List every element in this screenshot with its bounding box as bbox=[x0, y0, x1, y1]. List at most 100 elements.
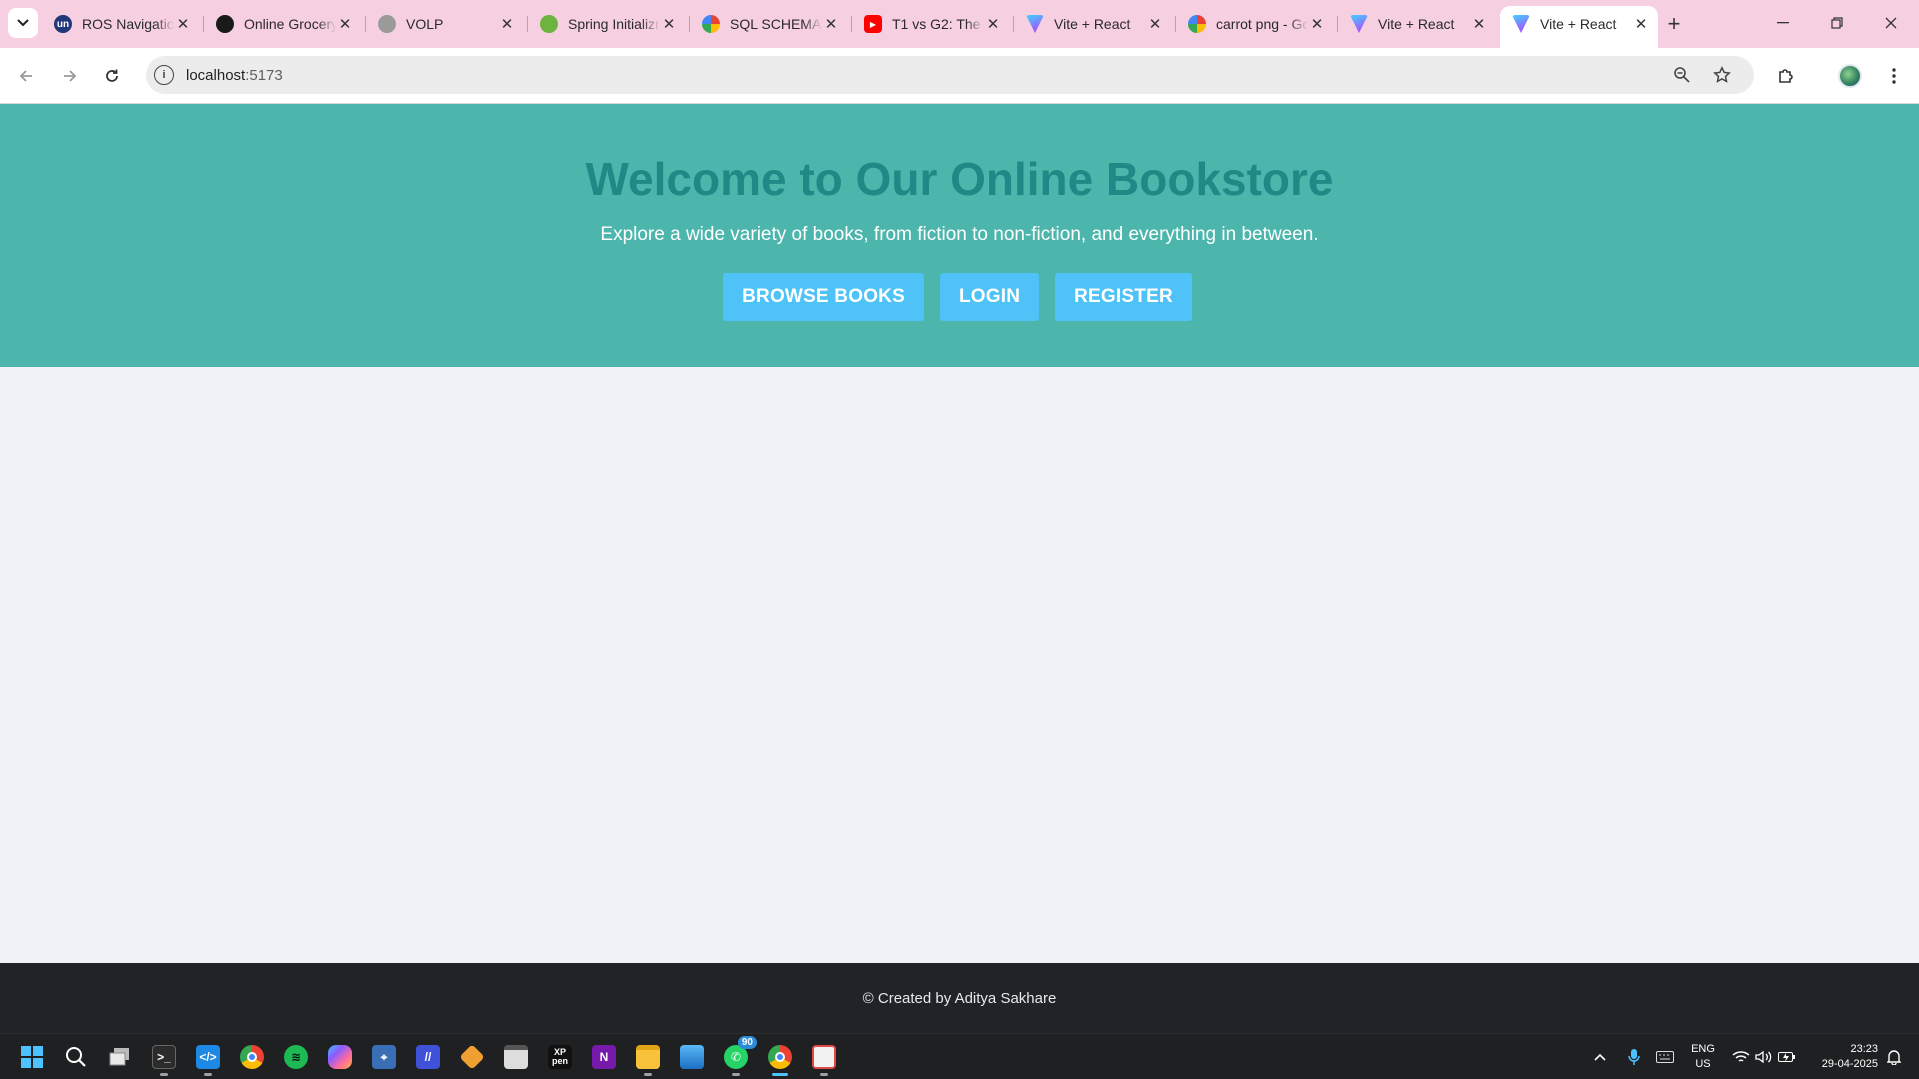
window-icon bbox=[504, 1045, 528, 1069]
chevron-down-icon bbox=[17, 19, 29, 27]
onenote-app[interactable]: N bbox=[589, 1042, 619, 1072]
browser-tab[interactable]: Online Grocery ✕ bbox=[204, 8, 362, 40]
git-app[interactable] bbox=[457, 1042, 487, 1072]
editor-app[interactable]: // bbox=[413, 1042, 443, 1072]
tab-title: Vite + React bbox=[1540, 16, 1617, 32]
battery-button[interactable] bbox=[1776, 1046, 1798, 1068]
profile-button[interactable] bbox=[1836, 62, 1864, 90]
git-icon bbox=[459, 1044, 485, 1070]
arrow-right-icon bbox=[64, 70, 77, 82]
site-info-icon[interactable]: i bbox=[154, 65, 174, 85]
browser-menu-button[interactable] bbox=[1880, 62, 1908, 90]
keyboard-icon bbox=[1656, 1051, 1674, 1063]
spotify-app[interactable]: ≋ bbox=[281, 1042, 311, 1072]
login-button[interactable]: LOGIN bbox=[939, 273, 1040, 321]
microphone-button[interactable] bbox=[1623, 1046, 1645, 1068]
youtube-icon: ▶ bbox=[864, 15, 882, 33]
start-button[interactable] bbox=[17, 1042, 47, 1072]
hero-title: Welcome to Our Online Bookstore bbox=[585, 153, 1334, 205]
footer-credit: © Created by Aditya Sakhare bbox=[862, 989, 1057, 1007]
close-tab-icon[interactable]: ✕ bbox=[984, 15, 1002, 33]
reload-button[interactable] bbox=[98, 62, 126, 90]
extensions-button[interactable] bbox=[1772, 62, 1800, 90]
close-tab-icon[interactable]: ✕ bbox=[498, 15, 516, 33]
tab-title: VOLP bbox=[406, 16, 444, 32]
windows-logo-icon bbox=[21, 1046, 43, 1068]
page-footer: © Created by Aditya Sakhare bbox=[0, 963, 1919, 1033]
editor-icon: // bbox=[416, 1045, 440, 1069]
terminal-app[interactable]: >_ bbox=[149, 1042, 179, 1076]
close-tab-icon[interactable]: ✕ bbox=[1632, 15, 1650, 33]
notifications-button[interactable] bbox=[1883, 1046, 1905, 1068]
zoom-icon[interactable] bbox=[1672, 65, 1692, 85]
keyboard-button[interactable] bbox=[1654, 1046, 1676, 1068]
system-clock[interactable]: 23:23 29-04-2025 bbox=[1808, 1042, 1878, 1072]
close-tab-icon[interactable]: ✕ bbox=[1146, 15, 1164, 33]
ros-un-icon: un bbox=[54, 15, 72, 33]
google-icon bbox=[702, 15, 720, 33]
bookmark-star-icon[interactable] bbox=[1712, 65, 1732, 85]
chrome-profile-app[interactable] bbox=[765, 1042, 795, 1076]
snipping-tool-app[interactable] bbox=[809, 1042, 839, 1076]
address-url[interactable]: localhost:5173 bbox=[186, 67, 283, 84]
copilot-app[interactable] bbox=[325, 1042, 355, 1072]
language-indicator[interactable]: ENG US bbox=[1688, 1042, 1718, 1072]
address-bar[interactable]: i localhost:5173 bbox=[146, 56, 1754, 94]
browse-books-button[interactable]: BROWSE BOOKS bbox=[723, 273, 924, 321]
spring-icon bbox=[540, 15, 558, 33]
register-button[interactable]: REGISTER bbox=[1055, 273, 1192, 321]
new-tab-button[interactable]: + bbox=[1660, 10, 1688, 38]
volume-button[interactable] bbox=[1753, 1046, 1775, 1068]
tab-title: carrot png - Google bbox=[1216, 16, 1308, 32]
tab-title: Online Grocery bbox=[244, 16, 336, 32]
wifi-icon bbox=[1732, 1051, 1750, 1062]
hero-button-row: BROWSE BOOKS LOGIN REGISTER bbox=[0, 273, 1919, 321]
close-window-button[interactable] bbox=[1864, 0, 1918, 46]
browser-tab[interactable]: Vite + React ✕ bbox=[1014, 8, 1172, 40]
browser-tab[interactable]: ▶ T1 vs G2: The ✕ bbox=[852, 8, 1010, 40]
browser-tab[interactable]: carrot png - Google✕ bbox=[1176, 8, 1334, 40]
browser-tab[interactable]: Spring Initializr ✕ bbox=[528, 8, 686, 40]
vite-icon bbox=[1350, 15, 1368, 33]
speaker-icon bbox=[1755, 1050, 1772, 1064]
browser-tab[interactable]: VOLP ✕ bbox=[366, 8, 524, 40]
chevron-up-icon bbox=[1594, 1053, 1606, 1061]
photos-app[interactable] bbox=[677, 1042, 707, 1072]
snipping-tool-icon bbox=[812, 1045, 836, 1069]
globe-icon bbox=[378, 15, 396, 33]
close-tab-icon[interactable]: ✕ bbox=[822, 15, 840, 33]
whatsapp-app[interactable]: ✆ 90 bbox=[721, 1036, 757, 1076]
chrome-icon bbox=[240, 1045, 264, 1069]
restore-button[interactable] bbox=[1810, 0, 1864, 46]
browser-tab[interactable]: Vite + React ✕ bbox=[1500, 6, 1658, 48]
search-icon bbox=[66, 1047, 86, 1067]
close-tab-icon[interactable]: ✕ bbox=[1470, 15, 1488, 33]
taskbar-search-button[interactable] bbox=[61, 1042, 91, 1072]
task-view-button[interactable] bbox=[105, 1042, 135, 1072]
close-tab-icon[interactable]: ✕ bbox=[336, 15, 354, 33]
xp-pen-icon: XP pen bbox=[548, 1045, 572, 1069]
network-app[interactable]: ⌖ bbox=[369, 1042, 399, 1072]
tab-title: Vite + React bbox=[1378, 16, 1455, 32]
show-hidden-icons-button[interactable] bbox=[1589, 1046, 1611, 1068]
minimize-button[interactable] bbox=[1756, 0, 1810, 46]
tab-search-button[interactable] bbox=[8, 8, 38, 38]
back-button[interactable] bbox=[12, 62, 40, 90]
wifi-button[interactable] bbox=[1730, 1046, 1752, 1068]
xp-pen-app[interactable]: XP pen bbox=[545, 1042, 575, 1072]
forward-button[interactable] bbox=[56, 62, 84, 90]
tab-title: T1 vs G2: The bbox=[892, 16, 981, 32]
windows-taskbar: >_ </> ≋ ⌖ // XP pen N ✆ 90 ENG US 23:23 2… bbox=[0, 1033, 1919, 1079]
vscode-app[interactable]: </> bbox=[193, 1042, 223, 1076]
close-tab-icon[interactable]: ✕ bbox=[1308, 15, 1326, 33]
browser-tab[interactable]: un ROS Navigation ✕ bbox=[42, 8, 200, 40]
file-explorer-app[interactable] bbox=[633, 1042, 663, 1076]
browser-toolbar: i localhost:5173 bbox=[0, 48, 1919, 104]
browser-tab[interactable]: SQL SCHEMA ✕ bbox=[690, 8, 848, 40]
window-app[interactable] bbox=[501, 1042, 531, 1072]
close-tab-icon[interactable]: ✕ bbox=[660, 15, 678, 33]
chrome-app[interactable] bbox=[237, 1042, 267, 1072]
close-tab-icon[interactable]: ✕ bbox=[174, 15, 192, 33]
browser-tab[interactable]: Vite + React ✕ bbox=[1338, 8, 1496, 40]
copilot-icon bbox=[328, 1045, 352, 1069]
